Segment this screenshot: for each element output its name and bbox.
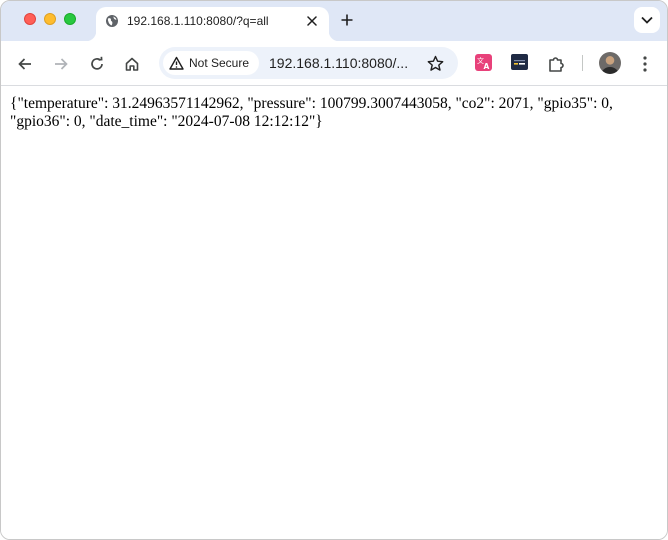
forward-arrow-icon[interactable]: [49, 52, 73, 76]
window-minimize-button[interactable]: [44, 13, 56, 25]
tab-title: 192.168.1.110:8080/?q=all: [127, 14, 269, 28]
toolbar-divider: [582, 55, 583, 71]
kebab-menu-icon[interactable]: [633, 52, 657, 76]
page-content: {"temperature": 31.24963571142962, "pres…: [1, 87, 667, 539]
tab-strip: 192.168.1.110:8080/?q=all: [1, 1, 667, 41]
puzzle-icon[interactable]: [544, 52, 568, 76]
tab-search-chevron-icon[interactable]: [634, 7, 660, 33]
window-maximize-button[interactable]: [64, 13, 76, 25]
tab-close-icon[interactable]: [303, 12, 321, 30]
svg-text:A: A: [484, 62, 490, 71]
globe-icon: [105, 14, 119, 28]
active-tab[interactable]: 192.168.1.110:8080/?q=all: [86, 7, 339, 41]
back-arrow-icon[interactable]: [13, 52, 37, 76]
reload-icon[interactable]: [85, 52, 109, 76]
window-close-button[interactable]: [24, 13, 36, 25]
address-bar[interactable]: Not Secure 192.168.1.110:8080/...: [159, 47, 458, 79]
translate-extension-icon[interactable]: 文 A: [475, 54, 492, 71]
url-text[interactable]: 192.168.1.110:8080/...: [269, 55, 419, 71]
avatar[interactable]: [599, 52, 621, 74]
home-icon[interactable]: [120, 52, 144, 76]
json-response-text: {"temperature": 31.24963571142962, "pres…: [10, 95, 613, 130]
warning-triangle-icon: [169, 56, 184, 70]
panel-extension-icon[interactable]: [511, 54, 528, 70]
security-chip[interactable]: Not Secure: [163, 51, 259, 75]
star-icon[interactable]: [425, 53, 445, 73]
security-label: Not Secure: [189, 56, 250, 70]
toolbar: Not Secure 192.168.1.110:8080/... 文 A: [1, 41, 667, 86]
browser-window: 192.168.1.110:8080/?q=all Not Secure 192…: [0, 0, 668, 540]
new-tab-icon[interactable]: [337, 10, 357, 30]
